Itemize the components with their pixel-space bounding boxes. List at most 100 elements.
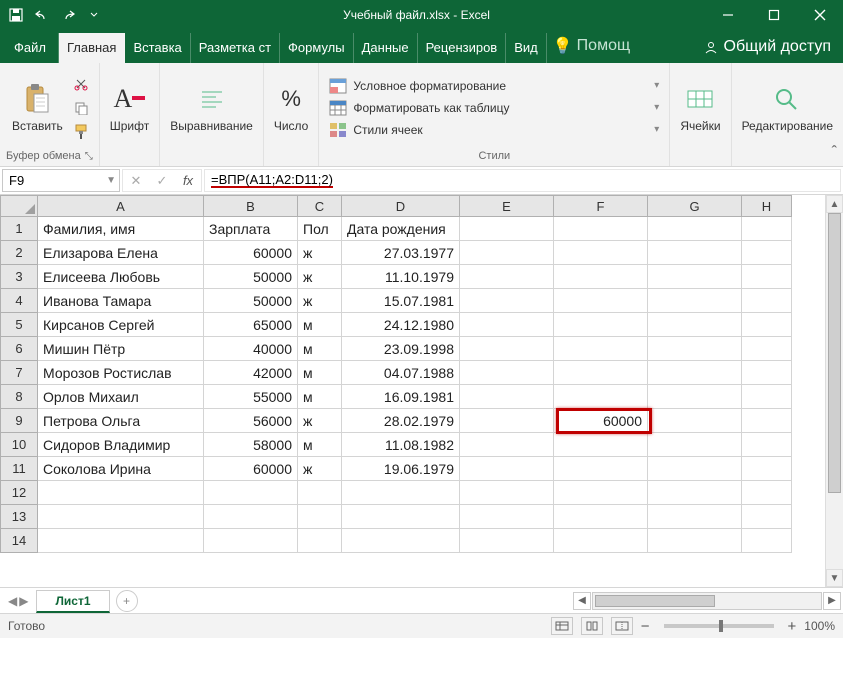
cell[interactable] — [742, 457, 792, 481]
undo-icon[interactable] — [32, 5, 52, 25]
cell[interactable]: 60000 — [204, 241, 298, 265]
row-header-6[interactable]: 6 — [0, 337, 38, 361]
cell[interactable]: 16.09.1981 — [342, 385, 460, 409]
cell[interactable] — [460, 457, 554, 481]
hscroll-thumb[interactable] — [595, 595, 715, 607]
cell[interactable] — [554, 289, 648, 313]
cells-button[interactable]: Ячейки — [676, 83, 724, 133]
cell[interactable]: 58000 — [204, 433, 298, 457]
cell[interactable]: 60000 — [554, 409, 648, 433]
cell[interactable] — [648, 265, 742, 289]
cell[interactable] — [742, 289, 792, 313]
prev-sheet-icon[interactable]: ◀ — [8, 594, 17, 608]
cell[interactable] — [554, 217, 648, 241]
cell[interactable]: ж — [298, 457, 342, 481]
cell[interactable] — [742, 433, 792, 457]
row-header-12[interactable]: 12 — [0, 481, 38, 505]
cell[interactable] — [742, 265, 792, 289]
sheet-tab-1[interactable]: Лист1 — [36, 590, 109, 613]
tell-me[interactable]: 💡Помощ — [547, 29, 636, 63]
cell[interactable] — [554, 505, 648, 529]
cell[interactable] — [648, 241, 742, 265]
cell-styles-button[interactable]: Стили ячеек▾ — [325, 120, 663, 140]
cell[interactable]: 19.06.1979 — [342, 457, 460, 481]
cell[interactable]: 50000 — [204, 289, 298, 313]
cell[interactable]: м — [298, 361, 342, 385]
cell[interactable] — [298, 481, 342, 505]
zoom-level[interactable]: 100% — [804, 619, 835, 633]
col-header-D[interactable]: D — [342, 195, 460, 217]
cell[interactable]: Фамилия, имя — [38, 217, 204, 241]
close-button[interactable] — [797, 0, 843, 30]
scroll-up-icon[interactable]: ▲ — [826, 195, 843, 213]
cell[interactable]: Елисеева Любовь — [38, 265, 204, 289]
row-headers[interactable]: 1234567891011121314 — [0, 217, 38, 553]
cell[interactable]: Орлов Михаил — [38, 385, 204, 409]
cell[interactable]: ж — [298, 241, 342, 265]
cell[interactable] — [554, 457, 648, 481]
cell[interactable]: 65000 — [204, 313, 298, 337]
cell[interactable]: м — [298, 337, 342, 361]
col-header-F[interactable]: F — [554, 195, 648, 217]
cell[interactable] — [38, 505, 204, 529]
cell[interactable]: Сидоров Владимир — [38, 433, 204, 457]
cell[interactable] — [460, 313, 554, 337]
number-button[interactable]: % Число — [270, 83, 313, 133]
cell[interactable] — [342, 505, 460, 529]
cell[interactable] — [554, 313, 648, 337]
tab-formulas[interactable]: Формулы — [280, 33, 354, 63]
new-sheet-button[interactable]: + — [116, 590, 138, 612]
cell[interactable] — [460, 409, 554, 433]
cell[interactable] — [298, 529, 342, 553]
cell[interactable] — [648, 313, 742, 337]
cell[interactable]: ж — [298, 265, 342, 289]
cells-area[interactable]: Фамилия, имяЗарплатаПолДата рожденияЕлиз… — [38, 217, 792, 553]
col-header-C[interactable]: C — [298, 195, 342, 217]
zoom-slider[interactable] — [664, 624, 774, 628]
cell[interactable] — [204, 505, 298, 529]
row-header-7[interactable]: 7 — [0, 361, 38, 385]
cell[interactable] — [648, 361, 742, 385]
cell[interactable] — [742, 337, 792, 361]
cell[interactable] — [648, 289, 742, 313]
cell[interactable] — [460, 337, 554, 361]
cell[interactable] — [648, 409, 742, 433]
cell[interactable]: ж — [298, 289, 342, 313]
tab-view[interactable]: Вид — [506, 33, 547, 63]
tab-home[interactable]: Главная — [59, 33, 125, 63]
cell[interactable]: м — [298, 433, 342, 457]
minimize-button[interactable] — [705, 0, 751, 30]
cell[interactable] — [460, 289, 554, 313]
cell[interactable]: 55000 — [204, 385, 298, 409]
cell[interactable] — [648, 529, 742, 553]
scroll-left-icon[interactable]: ◀ — [573, 592, 591, 610]
cancel-formula-icon[interactable]: ✕ — [123, 173, 149, 189]
cell[interactable]: 11.08.1982 — [342, 433, 460, 457]
share-button[interactable]: Общий доступ — [694, 31, 842, 63]
cell[interactable]: Мишин Пётр — [38, 337, 204, 361]
scroll-thumb[interactable] — [828, 213, 841, 493]
col-header-H[interactable]: H — [742, 195, 792, 217]
cell[interactable] — [204, 529, 298, 553]
row-header-10[interactable]: 10 — [0, 433, 38, 457]
cell[interactable] — [460, 481, 554, 505]
cell[interactable]: Иванова Тамара — [38, 289, 204, 313]
cell[interactable]: 60000 — [204, 457, 298, 481]
tab-review[interactable]: Рецензиров — [418, 33, 507, 63]
cell[interactable]: 40000 — [204, 337, 298, 361]
zoom-out-button[interactable]: − — [641, 618, 650, 635]
col-header-A[interactable]: A — [38, 195, 204, 217]
cell[interactable] — [648, 505, 742, 529]
cell[interactable]: 28.02.1979 — [342, 409, 460, 433]
cell[interactable] — [460, 265, 554, 289]
cell[interactable]: Морозов Ростислав — [38, 361, 204, 385]
cell[interactable] — [460, 361, 554, 385]
cut-icon[interactable] — [71, 74, 91, 94]
maximize-button[interactable] — [751, 0, 797, 30]
tab-file[interactable]: Файл — [2, 33, 59, 63]
page-layout-view-icon[interactable] — [581, 617, 603, 635]
cell[interactable] — [554, 529, 648, 553]
cell[interactable] — [648, 337, 742, 361]
enter-formula-icon[interactable]: ✓ — [149, 173, 175, 189]
cell[interactable] — [38, 529, 204, 553]
